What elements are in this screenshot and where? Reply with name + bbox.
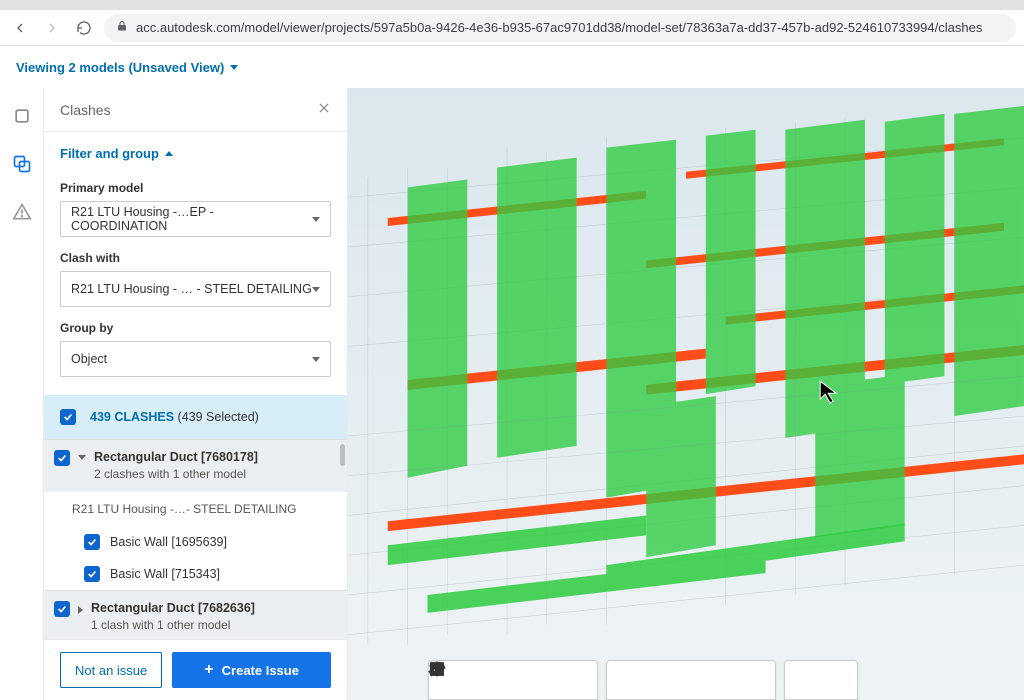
primary-model-value: R21 LTU Housing -…EP - COORDINATION [71,205,312,233]
view-label: Viewing 2 models (Unsaved View) [16,60,224,75]
chevron-up-icon [165,151,173,156]
clash-with-label: Clash with [44,237,347,271]
create-issue-label: Create Issue [222,663,299,678]
browser-tabstrip [0,0,1024,10]
clashes-panel: Clashes Filter and group Primary model R… [44,88,348,700]
clash-group-row[interactable]: Rectangular Duct [7680178] 2 clashes wit… [44,439,347,491]
group-checkbox[interactable] [54,601,70,617]
primary-model-label: Primary model [44,167,347,201]
item-checkbox[interactable] [84,566,100,582]
expand-toggle[interactable] [78,455,86,460]
viewer-toolbar [428,660,858,700]
group-model-header: R21 LTU Housing -…- STEEL DETAILING [44,491,347,526]
rail-issues-button[interactable] [10,200,34,224]
chevron-down-icon [312,357,320,362]
panel-body: Filter and group Primary model R21 LTU H… [44,132,347,639]
group-subtitle: 1 clash with 1 other model [91,618,255,632]
filter-group-toggle[interactable]: Filter and group [44,146,347,167]
create-issue-button[interactable]: + Create Issue [172,652,331,688]
url-text: acc.autodesk.com/model/viewer/projects/5… [136,20,982,35]
clash-group-row[interactable]: Rectangular Duct [7682636] 1 clash with … [44,590,347,639]
group-checkbox[interactable] [54,450,70,466]
group-title: Rectangular Duct [7680178] [94,450,258,464]
group-title: Rectangular Duct [7682636] [91,601,255,615]
properties-button[interactable] [789,667,821,693]
viewer-nav-tools [428,660,598,700]
forward-button[interactable] [40,16,64,40]
group-by-select[interactable]: Object [60,341,331,377]
clash-with-value: R21 LTU Housing - … - STEEL DETAILING [71,282,312,296]
browser-toolbar: acc.autodesk.com/model/viewer/projects/5… [0,10,1024,46]
not-an-issue-label: Not an issue [75,663,147,678]
chevron-down-icon [312,217,320,222]
back-button[interactable] [8,16,32,40]
group-by-label: Group by [44,307,347,341]
rail-compare-button[interactable] [10,152,34,176]
lock-icon [116,20,128,35]
expand-toggle[interactable] [78,606,83,614]
reload-button[interactable] [72,16,96,40]
explode-button[interactable] [675,667,707,693]
group-by-value: Object [71,352,107,366]
clash-item-row[interactable]: Basic Wall [715343] [44,558,347,590]
clash-item-row[interactable]: Basic Wall [1695639] [44,526,347,558]
left-rail [0,88,44,700]
panel-title: Clashes [60,102,111,118]
item-checkbox[interactable] [84,534,100,550]
summary-checkbox[interactable] [60,409,76,425]
primary-model-select[interactable]: R21 LTU Housing -…EP - COORDINATION [60,201,331,237]
panel-header: Clashes [44,88,347,132]
view-dropdown[interactable]: Viewing 2 models (Unsaved View) [16,60,238,75]
chevron-down-icon [312,287,320,292]
zoom-box-button[interactable] [497,667,529,693]
fullscreen-button[interactable] [821,667,853,693]
clash-count: 439 CLASHES [90,410,174,424]
panel-actions: Not an issue + Create Issue [44,639,347,700]
pan-button[interactable] [465,667,497,693]
viewer-analysis-tools [606,660,776,700]
clash-selected: (439 Selected) [178,410,259,424]
layers-button[interactable] [707,667,739,693]
look-button[interactable] [529,667,561,693]
item-label: Basic Wall [715343] [110,567,220,581]
group-subtitle: 2 clashes with 1 other model [94,467,258,481]
model-viewer[interactable] [348,88,1024,700]
model-scene [348,88,1024,700]
list-scrollbar[interactable] [340,444,345,466]
clash-summary-row[interactable]: 439 CLASHES (439 Selected) [44,395,347,439]
section-button[interactable] [643,667,675,693]
settings-button[interactable] [739,667,771,693]
rail-models-button[interactable] [10,104,34,128]
item-label: Basic Wall [1695639] [110,535,227,549]
app-bar: Viewing 2 models (Unsaved View) [0,46,1024,88]
chevron-down-icon [230,65,238,70]
address-bar[interactable]: acc.autodesk.com/model/viewer/projects/5… [104,14,1016,42]
close-panel-button[interactable] [317,101,331,118]
walk-button[interactable] [561,667,593,693]
not-an-issue-button[interactable]: Not an issue [60,652,162,688]
main-area: Clashes Filter and group Primary model R… [0,88,1024,700]
plus-icon: + [204,661,213,679]
clash-with-select[interactable]: R21 LTU Housing - … - STEEL DETAILING [60,271,331,307]
viewer-view-tools [784,660,858,700]
measure-button[interactable] [611,667,643,693]
filter-header-label: Filter and group [60,146,159,161]
